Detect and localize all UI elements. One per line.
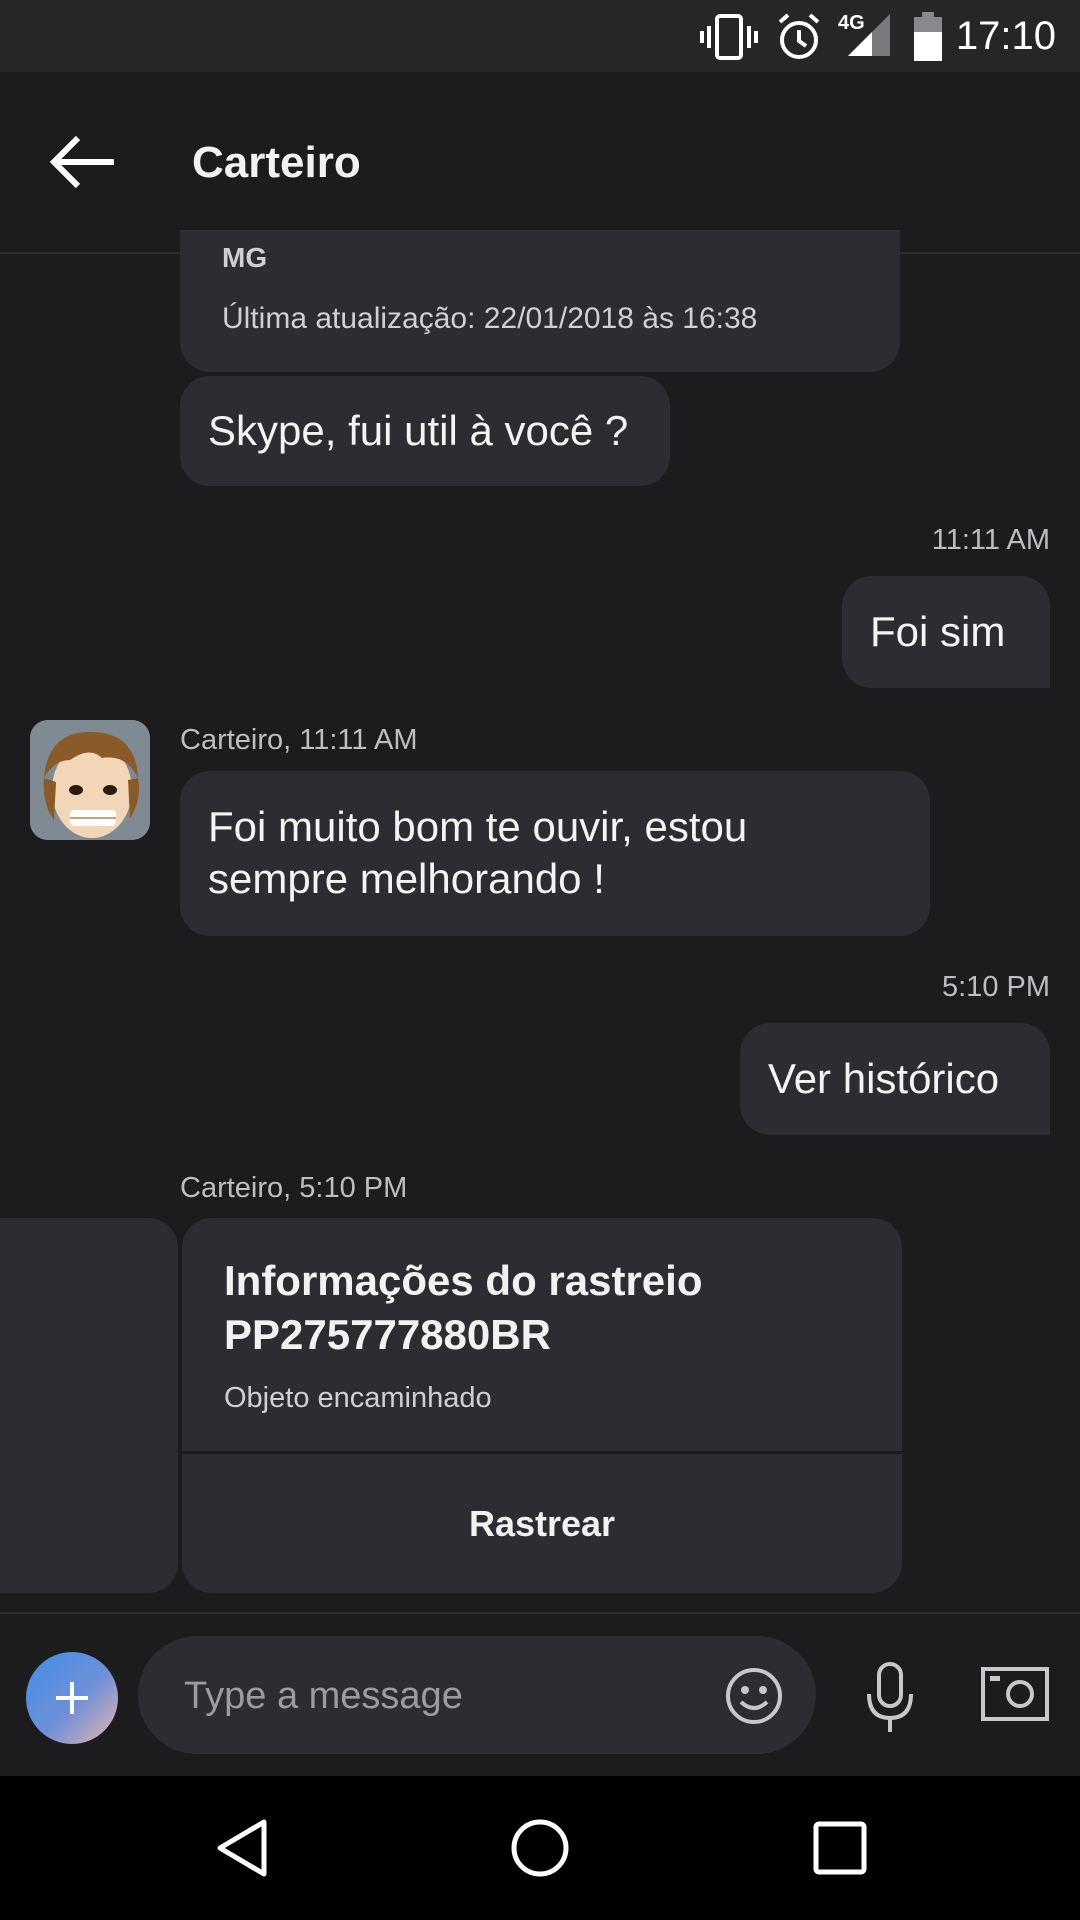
app-bar: Carteiro [0,72,1080,254]
message-text: Skype, fui util à você ? [208,407,629,454]
status-bar: 4G 17:10 [0,0,1080,72]
tracking-card: Informações do rastreio PP275777880BR Ob… [182,1218,902,1593]
message-text: Foi muito bom te ouvir, estou sempre mel… [208,803,748,902]
signal-icon [848,14,890,56]
message-input-wrapper [138,1636,816,1756]
avatar[interactable] [30,720,150,840]
message-timestamp: 11:11 AM [931,524,1050,556]
outgoing-message-bubble[interactable]: Ver histórico [740,1023,1050,1135]
battery-icon [914,12,942,61]
vibrate-icon [700,14,758,60]
nav-home-icon[interactable] [508,1816,572,1880]
plus-icon [56,1682,88,1714]
system-nav-bar [0,1776,1080,1920]
message-composer [0,1612,1080,1778]
alarm-icon [778,13,820,59]
emoji-icon[interactable] [724,1666,784,1726]
microphone-icon[interactable] [860,1662,920,1734]
incoming-message-bubble[interactable]: Skype, fui util à você ? [180,376,670,486]
message-text: Ver histórico [768,1055,1000,1102]
tracking-last-update: Última atualização: 22/01/2018 às 16:38 [222,302,758,335]
outgoing-message-bubble[interactable]: Foi sim [842,576,1050,688]
message-input[interactable] [182,1636,706,1756]
previous-tracking-card: MG Última atualização: 22/01/2018 às 16:… [180,230,900,372]
nav-back-icon[interactable] [210,1816,274,1880]
tracking-status: Objeto encaminhado [224,1382,492,1414]
sender-meta: Carteiro, 11:11 AM [180,724,418,756]
bot-avatar-icon [30,720,150,840]
message-timestamp: 5:10 PM [942,971,1050,1003]
status-time: 17:10 [955,14,1056,58]
incoming-message-bubble[interactable]: Foi muito bom te ouvir, estou sempre mel… [180,771,930,936]
message-text: Foi sim [870,608,1006,655]
sender-meta: Carteiro, 5:10 PM [180,1172,408,1204]
back-arrow-icon[interactable] [48,132,120,192]
carousel-previous-card[interactable] [0,1218,178,1593]
tracking-city: MG [222,242,268,273]
chat-title[interactable]: Carteiro [192,138,361,188]
tracking-title: Informações do rastreio PP275777880BR [224,1257,703,1358]
camera-icon[interactable] [980,1666,1050,1722]
add-button[interactable] [26,1652,118,1744]
track-button[interactable]: Rastrear [182,1454,902,1593]
nav-recents-icon[interactable] [808,1816,872,1880]
